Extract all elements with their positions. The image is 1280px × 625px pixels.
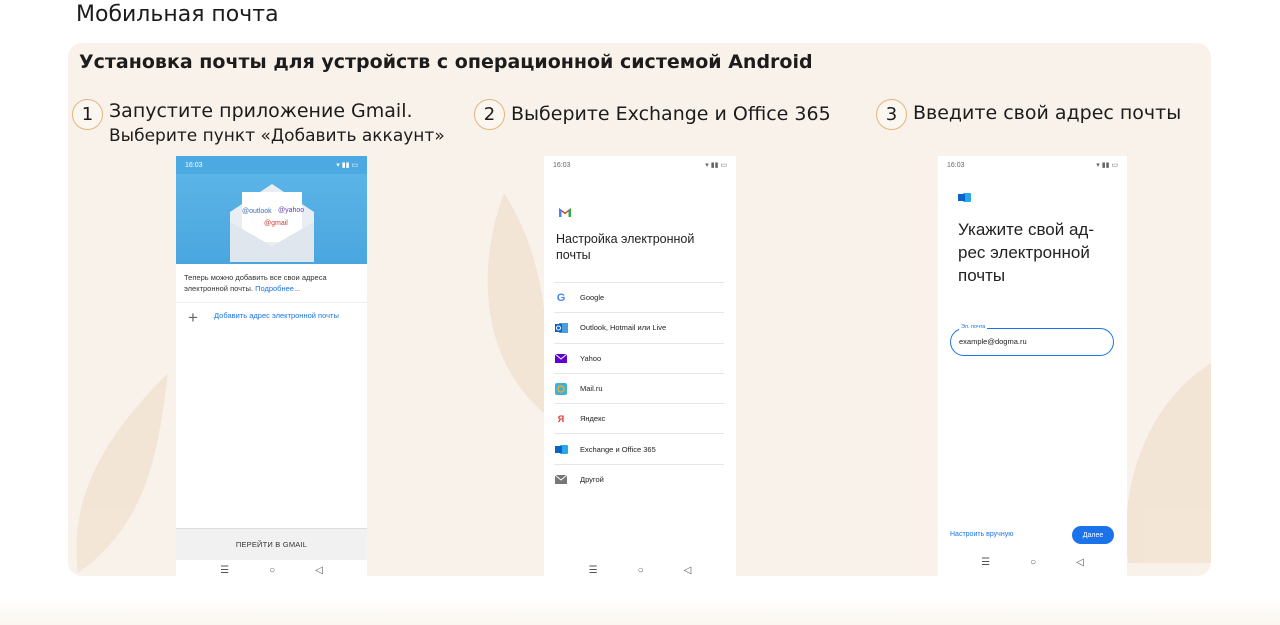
- step-2: 2 Выберите Exchange и Office 365: [474, 99, 831, 130]
- provider-yandex[interactable]: Я Яндекс: [554, 403, 724, 433]
- email-field-label: Эл. почта: [959, 324, 988, 330]
- android-nav-bar: ☰ ○ ◁: [176, 560, 367, 576]
- gmail-icon: [559, 208, 571, 217]
- provider-google[interactable]: G Google: [554, 282, 724, 312]
- menu-icon[interactable]: ☰: [220, 565, 229, 576]
- step-3: 3 Введите свой адрес почты: [876, 99, 1181, 130]
- outlook-icon: [554, 321, 568, 335]
- home-icon[interactable]: ○: [638, 565, 644, 576]
- menu-icon[interactable]: ☰: [589, 565, 598, 576]
- provider-label: Другой: [580, 474, 604, 484]
- provider-label: Yahoo: [580, 353, 602, 363]
- leaf-decoration-right: [1126, 363, 1211, 563]
- provider-exchange[interactable]: Exchange и Office 365: [554, 433, 724, 463]
- exchange-icon: [958, 193, 971, 202]
- leaf-decoration-middle: [487, 193, 548, 413]
- envelope-icon: @outlook @yahoo @gmail: [230, 184, 314, 262]
- provider-label: Exchange и Office 365: [580, 444, 656, 454]
- status-time: 16:03: [947, 161, 965, 169]
- yahoo-label: @yahoo: [278, 207, 304, 214]
- status-time: 16:03: [553, 161, 571, 169]
- plus-icon: +: [188, 308, 198, 327]
- provider-other[interactable]: Другой: [554, 463, 724, 494]
- android-nav-bar: ☰ ○ ◁: [544, 560, 736, 576]
- next-button[interactable]: Далее: [1072, 526, 1114, 544]
- home-icon[interactable]: ○: [1030, 557, 1036, 568]
- outlook-label: @outlook: [242, 208, 272, 215]
- mailru-icon: [554, 382, 568, 396]
- add-email-label: Добавить адрес электронной почты: [214, 311, 339, 320]
- phone-screen-gmail-welcome: 16:03 ▾ ▮▮ ▭ @outlook @yahoo @gmail Тепе…: [176, 156, 367, 576]
- status-bar: 16:03 ▾ ▮▮ ▭: [176, 156, 367, 174]
- email-heading: Укажите свой ад-рес электронной почты: [958, 220, 1094, 285]
- status-time: 16:03: [185, 161, 203, 169]
- manual-setup-link[interactable]: Настроить вручную: [950, 531, 1013, 538]
- step-1: 1 Запустите приложение Gmail. Выберите п…: [72, 99, 445, 149]
- status-icons: ▾ ▮▮ ▭: [1096, 162, 1118, 169]
- provider-list: G Google Outlook, Hotmail или Live Yahoo…: [554, 282, 724, 494]
- email-field-value: example@dogma.ru: [959, 337, 1027, 346]
- step-subtext: Выберите пункт «Добавить аккаунт»: [109, 126, 445, 146]
- provider-label: Google: [580, 293, 605, 303]
- step-number: 3: [876, 99, 907, 130]
- goto-gmail-button[interactable]: ПЕРЕЙТИ В GMAIL: [176, 528, 367, 560]
- phone-screen-provider-select: 16:03 ▾ ▮▮ ▭ Настройка электронной почты…: [544, 156, 736, 576]
- step-text: Введите свой адрес почты: [913, 102, 1182, 124]
- provider-label: Яндекс: [580, 414, 606, 424]
- panel-title: Установка почты для устройств с операцио…: [79, 51, 813, 73]
- add-email-row[interactable]: + Добавить адрес электронной почты: [176, 303, 367, 333]
- status-bar: 16:03 ▾ ▮▮ ▭: [938, 156, 1127, 174]
- status-bar: 16:03 ▾ ▮▮ ▭: [544, 156, 736, 174]
- home-icon[interactable]: ○: [269, 565, 275, 576]
- android-setup-panel: Установка почты для устройств с операцио…: [68, 43, 1211, 576]
- google-icon: G: [556, 291, 566, 304]
- provider-yahoo[interactable]: Yahoo: [554, 342, 724, 373]
- gmail-hero-banner: @outlook @yahoo @gmail: [176, 174, 367, 264]
- gmail-label: @gmail: [264, 220, 288, 227]
- provider-mailru[interactable]: Mail.ru: [554, 372, 724, 403]
- step-text: Выберите Exchange и Office 365: [511, 103, 831, 125]
- android-nav-bar: ☰ ○ ◁: [938, 552, 1127, 572]
- email-field[interactable]: Эл. почта example@dogma.ru: [950, 324, 1114, 356]
- mail-icon: [554, 472, 568, 486]
- setup-title: Настройка электронной почты: [556, 232, 695, 262]
- status-icons: ▾ ▮▮ ▭: [336, 162, 358, 169]
- step-text: Запустите приложение Gmail.: [109, 100, 413, 122]
- step-number: 1: [72, 99, 103, 130]
- provider-label: Mail.ru: [580, 384, 603, 394]
- welcome-info: Теперь можно добавить все свои адреса эл…: [176, 264, 367, 303]
- yahoo-icon: [554, 351, 568, 365]
- phone-screen-enter-email: 16:03 ▾ ▮▮ ▭ Укажите свой ад-рес электро…: [938, 156, 1127, 576]
- provider-label: Outlook, Hotmail или Live: [580, 323, 667, 333]
- more-link[interactable]: Подробнее...: [255, 284, 300, 293]
- back-icon[interactable]: ◁: [684, 565, 692, 576]
- page-title: Мобильная почта: [76, 2, 279, 27]
- back-icon[interactable]: ◁: [1076, 557, 1084, 568]
- provider-outlook[interactable]: Outlook, Hotmail или Live: [554, 312, 724, 342]
- menu-icon[interactable]: ☰: [981, 557, 990, 568]
- exchange-icon: [554, 442, 568, 456]
- status-icons: ▾ ▮▮ ▭: [705, 162, 727, 169]
- leaf-decoration-left: [76, 373, 168, 573]
- yandex-icon: Я: [557, 413, 565, 424]
- back-icon[interactable]: ◁: [315, 565, 323, 576]
- step-number: 2: [474, 99, 505, 130]
